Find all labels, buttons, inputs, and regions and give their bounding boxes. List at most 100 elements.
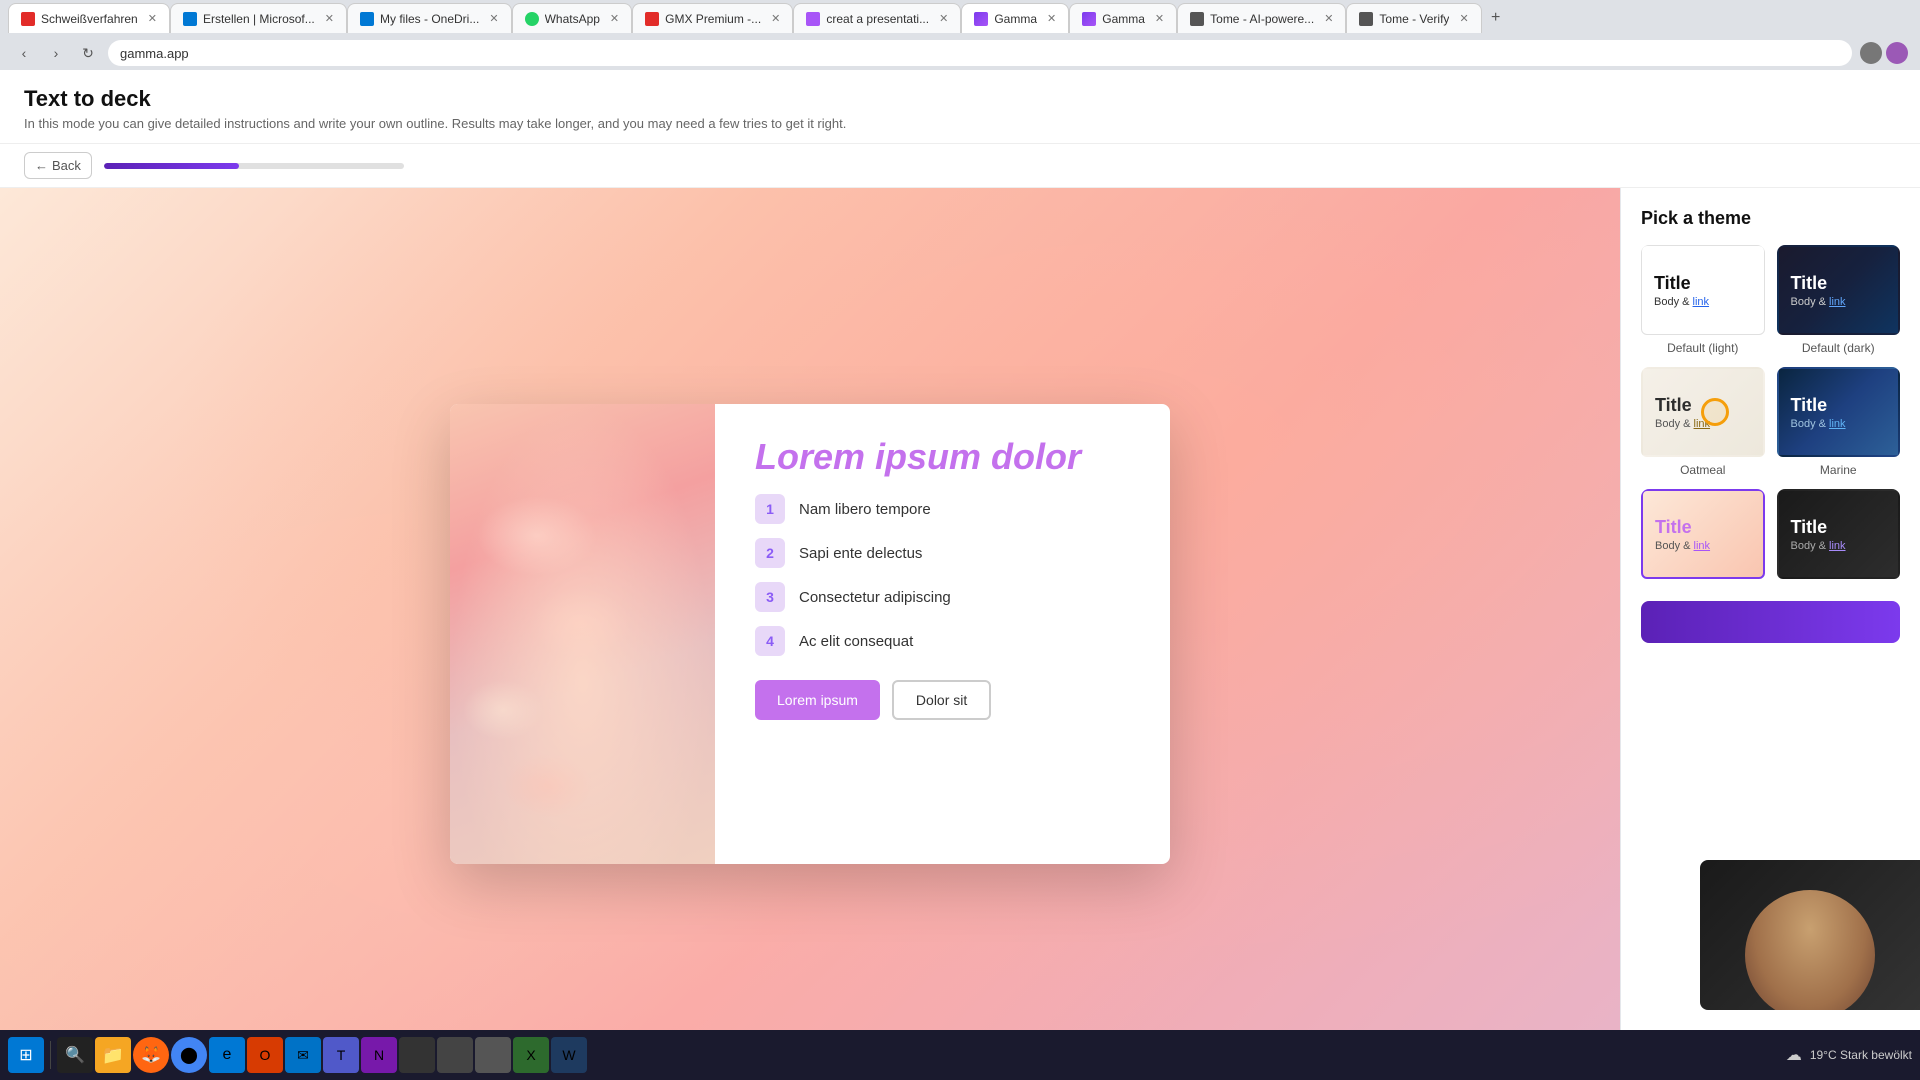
theme-title-default-light: Title (1654, 273, 1752, 294)
tab-erstellen[interactable]: Erstellen | Microsof... ✕ (170, 3, 347, 33)
tab-schweissverfahren[interactable]: Schweißverfahren ✕ (8, 3, 170, 33)
theme-title-default-dark: Title (1791, 273, 1887, 294)
weather-text: 19°C Stark bewölkt (1810, 1048, 1912, 1062)
theme-panel-title: Pick a theme (1641, 208, 1900, 229)
theme-cta-button[interactable] (1641, 601, 1900, 643)
progress-bar-fill (104, 163, 239, 169)
slide-item-text-2: Sapi ente delectus (799, 545, 922, 562)
taskbar-onenote-icon[interactable]: N (361, 1037, 397, 1073)
app-content: Text to deck In this mode you can give d… (0, 70, 1920, 1080)
taskbar-mail-icon[interactable]: ✉ (285, 1037, 321, 1073)
slide-primary-button[interactable]: Lorem ipsum (755, 680, 880, 720)
theme-label-default-light: Default (light) (1641, 341, 1765, 355)
address-input[interactable]: gamma.app (108, 40, 1852, 66)
taskbar-teams-icon[interactable]: T (323, 1037, 359, 1073)
slide-item-num-3: 3 (755, 582, 785, 612)
tab-onedrive[interactable]: My files - OneDri... ✕ (347, 3, 512, 33)
theme-card-warm[interactable]: Title Body & link (1641, 489, 1765, 585)
tab-label: WhatsApp (545, 12, 600, 26)
theme-link-dark2: link (1829, 540, 1846, 552)
tab-gmx[interactable]: GMX Premium -... ✕ (632, 3, 793, 33)
toolbar: ← Back (0, 144, 1920, 188)
theme-card-default-light[interactable]: Title Body & link Default (light) (1641, 245, 1765, 355)
taskbar-start-button[interactable]: ⊞ (8, 1037, 44, 1073)
theme-preview-marine: Title Body & link (1777, 367, 1901, 457)
main-area: Lorem ipsum dolor 1 Nam libero tempore 2… (0, 188, 1920, 1080)
theme-card-oatmeal[interactable]: Title Body & link Oatmeal (1641, 367, 1765, 477)
tab-close-icon[interactable]: ✕ (489, 12, 498, 25)
tab-whatsapp[interactable]: WhatsApp ✕ (512, 3, 633, 33)
forward-nav-button[interactable]: › (44, 41, 68, 65)
slide-item-2: 2 Sapi ente delectus (755, 538, 1130, 568)
theme-link-marine: link (1829, 418, 1846, 430)
extensions-icon[interactable] (1860, 42, 1882, 64)
tab-favicon (645, 12, 659, 26)
tab-gamma-active[interactable]: Gamma ✕ (961, 3, 1069, 33)
slide-item-text-3: Consectetur adipiscing (799, 589, 951, 606)
theme-preview-default-dark: Title Body & link (1777, 245, 1901, 335)
tab-close-icon[interactable]: ✕ (1155, 12, 1164, 25)
slide-secondary-button[interactable]: Dolor sit (892, 680, 991, 720)
taskbar: ⊞ 🔍 📁 🦊 ⬤ e O ✉ T N X W ☁ 19°C Stark bew… (0, 1030, 1920, 1080)
theme-preview-default-light: Title Body & link (1641, 245, 1765, 335)
tab-label: Erstellen | Microsof... (203, 12, 315, 26)
theme-card-dark2[interactable]: Title Body & link (1777, 489, 1901, 585)
slide-items: 1 Nam libero tempore 2 Sapi ente delectu… (755, 494, 1130, 656)
theme-card-marine[interactable]: Title Body & link Marine (1777, 367, 1901, 477)
profile-icon[interactable] (1886, 42, 1908, 64)
tab-close-icon[interactable]: ✕ (148, 12, 157, 25)
tab-close-icon[interactable]: ✕ (939, 12, 948, 25)
theme-link-warm: link (1694, 540, 1711, 552)
theme-body-marine: Body & link (1791, 418, 1887, 430)
tab-close-icon[interactable]: ✕ (1047, 12, 1056, 25)
taskbar-app9[interactable] (399, 1037, 435, 1073)
theme-link-default-dark: link (1829, 296, 1846, 308)
theme-body-default-dark: Body & link (1791, 296, 1887, 308)
tab-close-icon[interactable]: ✕ (1459, 12, 1468, 25)
taskbar-chrome-icon[interactable]: ⬤ (171, 1037, 207, 1073)
theme-label-marine: Marine (1777, 463, 1901, 477)
theme-preview-warm: Title Body & link (1641, 489, 1765, 579)
taskbar-app11[interactable] (475, 1037, 511, 1073)
taskbar-app12[interactable]: X (513, 1037, 549, 1073)
tab-close-icon[interactable]: ✕ (610, 12, 619, 25)
slide-item-4: 4 Ac elit consequat (755, 626, 1130, 656)
theme-body-warm: Body & link (1655, 540, 1751, 552)
tab-label: My files - OneDri... (380, 12, 479, 26)
tab-close-icon[interactable]: ✕ (325, 12, 334, 25)
slide-card: Lorem ipsum dolor 1 Nam libero tempore 2… (450, 404, 1170, 864)
theme-preview-dark2: Title Body & link (1777, 489, 1901, 579)
taskbar-separator-1 (50, 1041, 51, 1069)
slide-title: Lorem ipsum dolor (755, 436, 1130, 478)
theme-grid: Title Body & link Default (light) Title … (1641, 245, 1900, 585)
taskbar-edge-icon[interactable]: e (209, 1037, 245, 1073)
theme-card-default-dark[interactable]: Title Body & link Default (dark) (1777, 245, 1901, 355)
slide-item-text-4: Ac elit consequat (799, 633, 913, 650)
tab-tome-verify[interactable]: Tome - Verify ✕ (1346, 3, 1481, 33)
taskbar-search-button[interactable]: 🔍 (57, 1037, 93, 1073)
taskbar-firefox-icon[interactable]: 🦊 (133, 1037, 169, 1073)
tab-close-icon[interactable]: ✕ (771, 12, 780, 25)
slide-item-num-2: 2 (755, 538, 785, 568)
taskbar-app13[interactable]: W (551, 1037, 587, 1073)
weather-icon: ☁ (1786, 1045, 1802, 1065)
back-nav-button[interactable]: ‹ (12, 41, 36, 65)
tab-close-icon[interactable]: ✕ (1324, 12, 1333, 25)
tab-gamma2[interactable]: Gamma ✕ (1069, 3, 1177, 33)
taskbar-files-icon[interactable]: 📁 (95, 1037, 131, 1073)
taskbar-app10[interactable] (437, 1037, 473, 1073)
theme-link-default-light: link (1693, 296, 1710, 308)
tab-tome[interactable]: Tome - AI-powere... ✕ (1177, 3, 1346, 33)
tab-label: Gamma (994, 12, 1037, 26)
back-button[interactable]: ← Back (24, 152, 92, 179)
tab-label: Tome - AI-powere... (1210, 12, 1314, 26)
tab-presentation[interactable]: creat a presentati... ✕ (793, 3, 961, 33)
slide-item-num-4: 4 (755, 626, 785, 656)
slide-item-1: 1 Nam libero tempore (755, 494, 1130, 524)
tab-label: GMX Premium -... (665, 12, 761, 26)
slide-image (450, 404, 715, 864)
new-tab-button[interactable]: + (1482, 4, 1510, 32)
taskbar-office-icon[interactable]: O (247, 1037, 283, 1073)
tab-favicon (974, 12, 988, 26)
reload-button[interactable]: ↻ (76, 41, 100, 65)
